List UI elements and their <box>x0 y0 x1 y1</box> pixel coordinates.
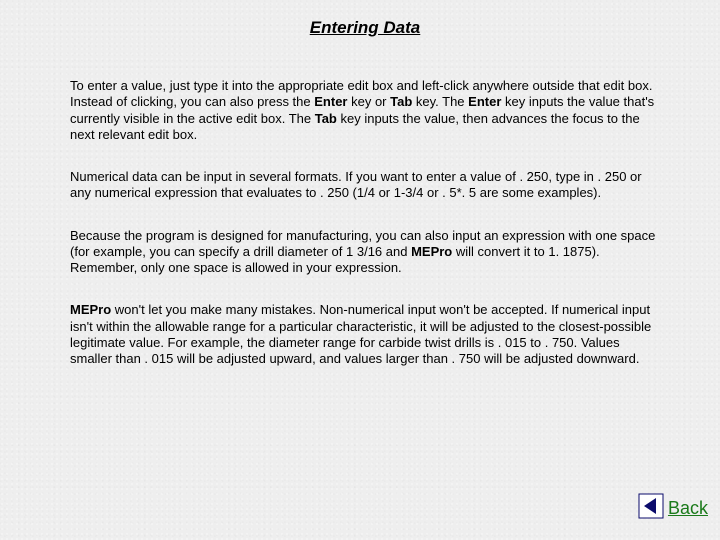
enter-key-label: Enter <box>314 94 347 109</box>
text: key or <box>347 94 390 109</box>
document-page: Entering Data To enter a value, just typ… <box>0 0 720 367</box>
back-arrow-icon <box>638 493 664 524</box>
back-button[interactable]: Back <box>638 493 708 524</box>
text: won't let you make many mistakes. Non-nu… <box>70 302 651 366</box>
paragraph-1: To enter a value, just type it into the … <box>70 78 660 143</box>
page-title: Entering Data <box>70 18 660 38</box>
paragraph-4: MEPro won't let you make many mistakes. … <box>70 302 660 367</box>
back-label: Back <box>668 498 708 519</box>
paragraph-2: Numerical data can be input in several f… <box>70 169 660 202</box>
enter-key-label: Enter <box>468 94 501 109</box>
tab-key-label: Tab <box>315 111 337 126</box>
text: key. The <box>412 94 468 109</box>
paragraph-3: Because the program is designed for manu… <box>70 228 660 277</box>
mepro-label: MEPro <box>70 302 111 317</box>
tab-key-label: Tab <box>390 94 412 109</box>
mepro-label: MEPro <box>411 244 452 259</box>
